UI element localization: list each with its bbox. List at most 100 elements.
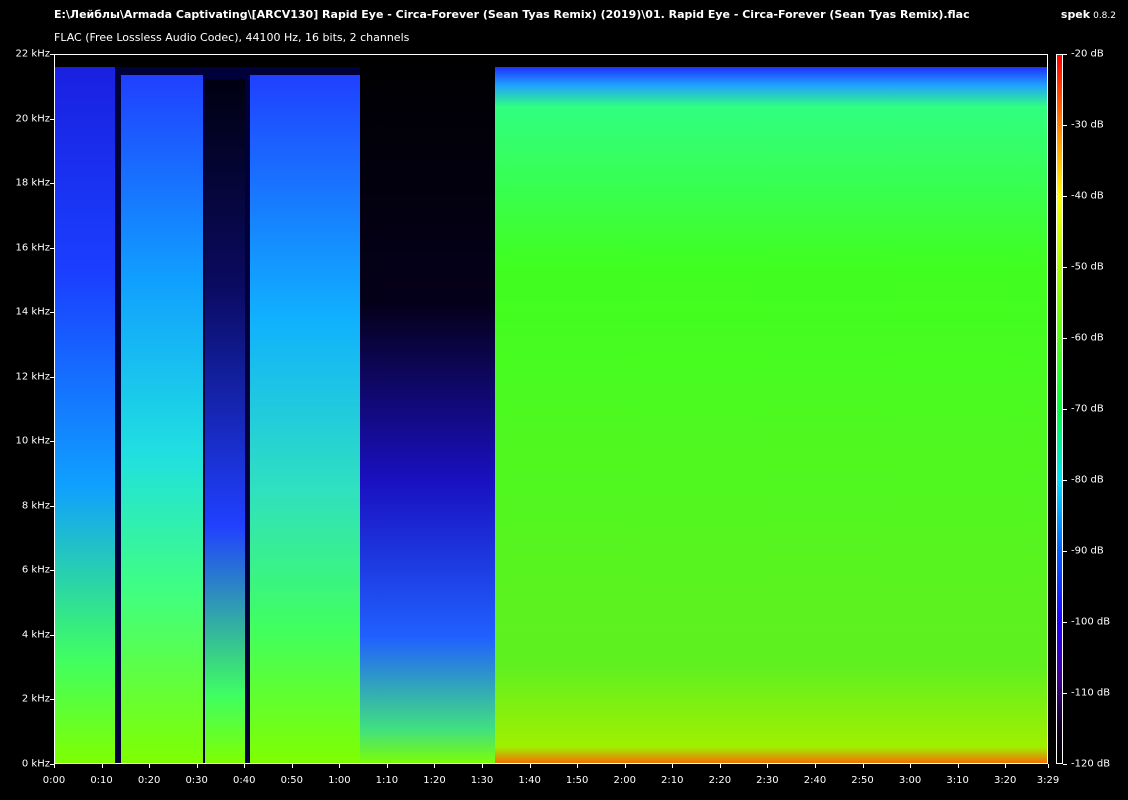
frequency-tick-mark [50, 699, 54, 701]
time-tick-mark [244, 764, 246, 768]
time-tick-label: 1:20 [423, 775, 446, 786]
time-tick-mark [434, 764, 436, 768]
db-tick-label: -90 dB [1071, 545, 1104, 557]
frequency-tick-label: 10 kHz [15, 435, 50, 447]
time-tick-mark [672, 764, 674, 768]
db-tick-label: -60 dB [1071, 332, 1104, 344]
time-tick-mark [482, 764, 484, 768]
time-tick-label: 2:40 [803, 775, 827, 786]
db-tick-mark [1063, 196, 1067, 197]
db-tick-label: -30 dB [1071, 119, 1104, 131]
time-tick-label: 1:00 [328, 775, 351, 786]
db-tick-label: -20 dB [1071, 48, 1104, 60]
frequency-tick-label: 22 kHz [15, 48, 50, 60]
time-tick-mark [1005, 764, 1007, 768]
db-tick-mark [1063, 622, 1067, 623]
time-tick-label: 3:20 [993, 775, 1017, 786]
time-tick-label: 1:40 [518, 775, 541, 786]
spectrogram-segment-1 [121, 75, 203, 763]
frequency-tick-mark [50, 183, 54, 185]
db-tick-label: -80 dB [1071, 474, 1104, 486]
time-tick-label: 2:50 [851, 775, 874, 786]
time-tick-label: 0:50 [280, 775, 304, 786]
file-info: FLAC (Free Lossless Audio Codec), 44100 … [54, 31, 410, 44]
time-tick-mark [577, 764, 579, 768]
time-tick-mark [149, 764, 151, 768]
app-brand: spek 0.8.2 [1061, 8, 1116, 21]
frequency-tick-label: 16 kHz [15, 242, 50, 254]
frequency-tick-label: 18 kHz [15, 177, 50, 189]
frequency-tick-label: 0 kHz [21, 758, 50, 770]
time-tick-mark [291, 764, 293, 768]
db-tick-mark [1063, 764, 1067, 765]
app-name: spek [1060, 8, 1091, 21]
time-tick-label: 1:10 [375, 775, 399, 786]
frequency-tick-label: 14 kHz [15, 306, 50, 318]
frequency-tick-label: 8 kHz [21, 500, 50, 512]
time-tick-label: 0:20 [137, 775, 161, 786]
frequency-tick-mark [50, 118, 54, 120]
db-tick-label: -50 dB [1071, 261, 1104, 273]
time-tick-label: 2:00 [613, 775, 636, 786]
frequency-tick-label: 6 kHz [21, 564, 50, 576]
time-tick-mark [529, 764, 531, 768]
db-tick-label: -70 dB [1071, 403, 1104, 415]
time-tick-mark [957, 764, 959, 768]
spectrogram-top-cutoff [55, 55, 1047, 67]
spectrogram-segment-3 [250, 75, 360, 763]
time-tick-label: 2:10 [661, 775, 684, 786]
db-tick-label: -100 dB [1071, 616, 1111, 628]
frequency-tick-label: 2 kHz [21, 693, 50, 705]
time-tick-mark [767, 764, 769, 768]
db-tick-mark [1063, 338, 1067, 339]
frequency-tick-mark [50, 312, 54, 314]
time-tick-mark [624, 764, 626, 768]
spectrogram-loud-region [495, 67, 1047, 763]
frequency-tick-mark [50, 634, 54, 636]
time-tick-label: 3:00 [898, 775, 922, 786]
db-tick-label: -120 dB [1071, 758, 1111, 770]
file-path-title: E:\Лейблы\Armada Captivating\[ARCV130] R… [54, 8, 970, 21]
db-tick-mark [1063, 480, 1067, 481]
db-tick-label: -110 dB [1071, 687, 1111, 699]
db-tick-mark [1063, 693, 1067, 694]
db-tick-mark [1063, 267, 1067, 268]
db-colorbar [1056, 54, 1063, 764]
spectrogram-segment-2 [205, 79, 245, 763]
spectrogram-quiet-gap [360, 55, 495, 763]
db-tick-mark [1063, 54, 1067, 55]
frequency-tick-label: 12 kHz [15, 371, 50, 383]
spectrogram-intro-region [55, 67, 115, 763]
db-tick-mark [1063, 551, 1067, 552]
frequency-tick-mark [50, 54, 54, 55]
time-tick-label: 2:20 [708, 775, 732, 786]
frequency-tick-mark [50, 376, 54, 378]
time-tick-label: 0:00 [42, 775, 66, 786]
app-version: 0.8.2 [1093, 11, 1116, 21]
frequency-tick-mark [50, 247, 54, 249]
db-tick-mark [1063, 125, 1067, 126]
frequency-tick-label: 20 kHz [15, 113, 50, 125]
time-tick-mark [1048, 764, 1049, 768]
time-tick-label: 0:40 [233, 775, 256, 786]
time-tick-label: 0:30 [185, 775, 208, 786]
db-tick-mark [1063, 409, 1067, 410]
time-tick-mark [54, 764, 55, 768]
frequency-tick-label: 4 kHz [21, 629, 50, 641]
time-tick-mark [339, 764, 341, 768]
frequency-tick-mark [50, 570, 54, 572]
frequency-tick-mark [50, 505, 54, 507]
time-tick-mark [101, 764, 103, 768]
time-tick-label: 2:30 [756, 775, 779, 786]
time-tick-mark [910, 764, 912, 768]
spectrogram[interactable] [54, 54, 1048, 764]
db-tick-label: -40 dB [1071, 190, 1104, 202]
time-tick-mark [814, 764, 816, 768]
time-tick-mark [862, 764, 864, 768]
frequency-tick-mark [50, 441, 54, 443]
time-tick-label: 1:30 [470, 775, 494, 786]
time-tick-mark [196, 764, 198, 768]
time-tick-label: 3:29 [1036, 775, 1060, 786]
time-tick-label: 1:50 [565, 775, 589, 786]
time-tick-label: 3:10 [946, 775, 969, 786]
